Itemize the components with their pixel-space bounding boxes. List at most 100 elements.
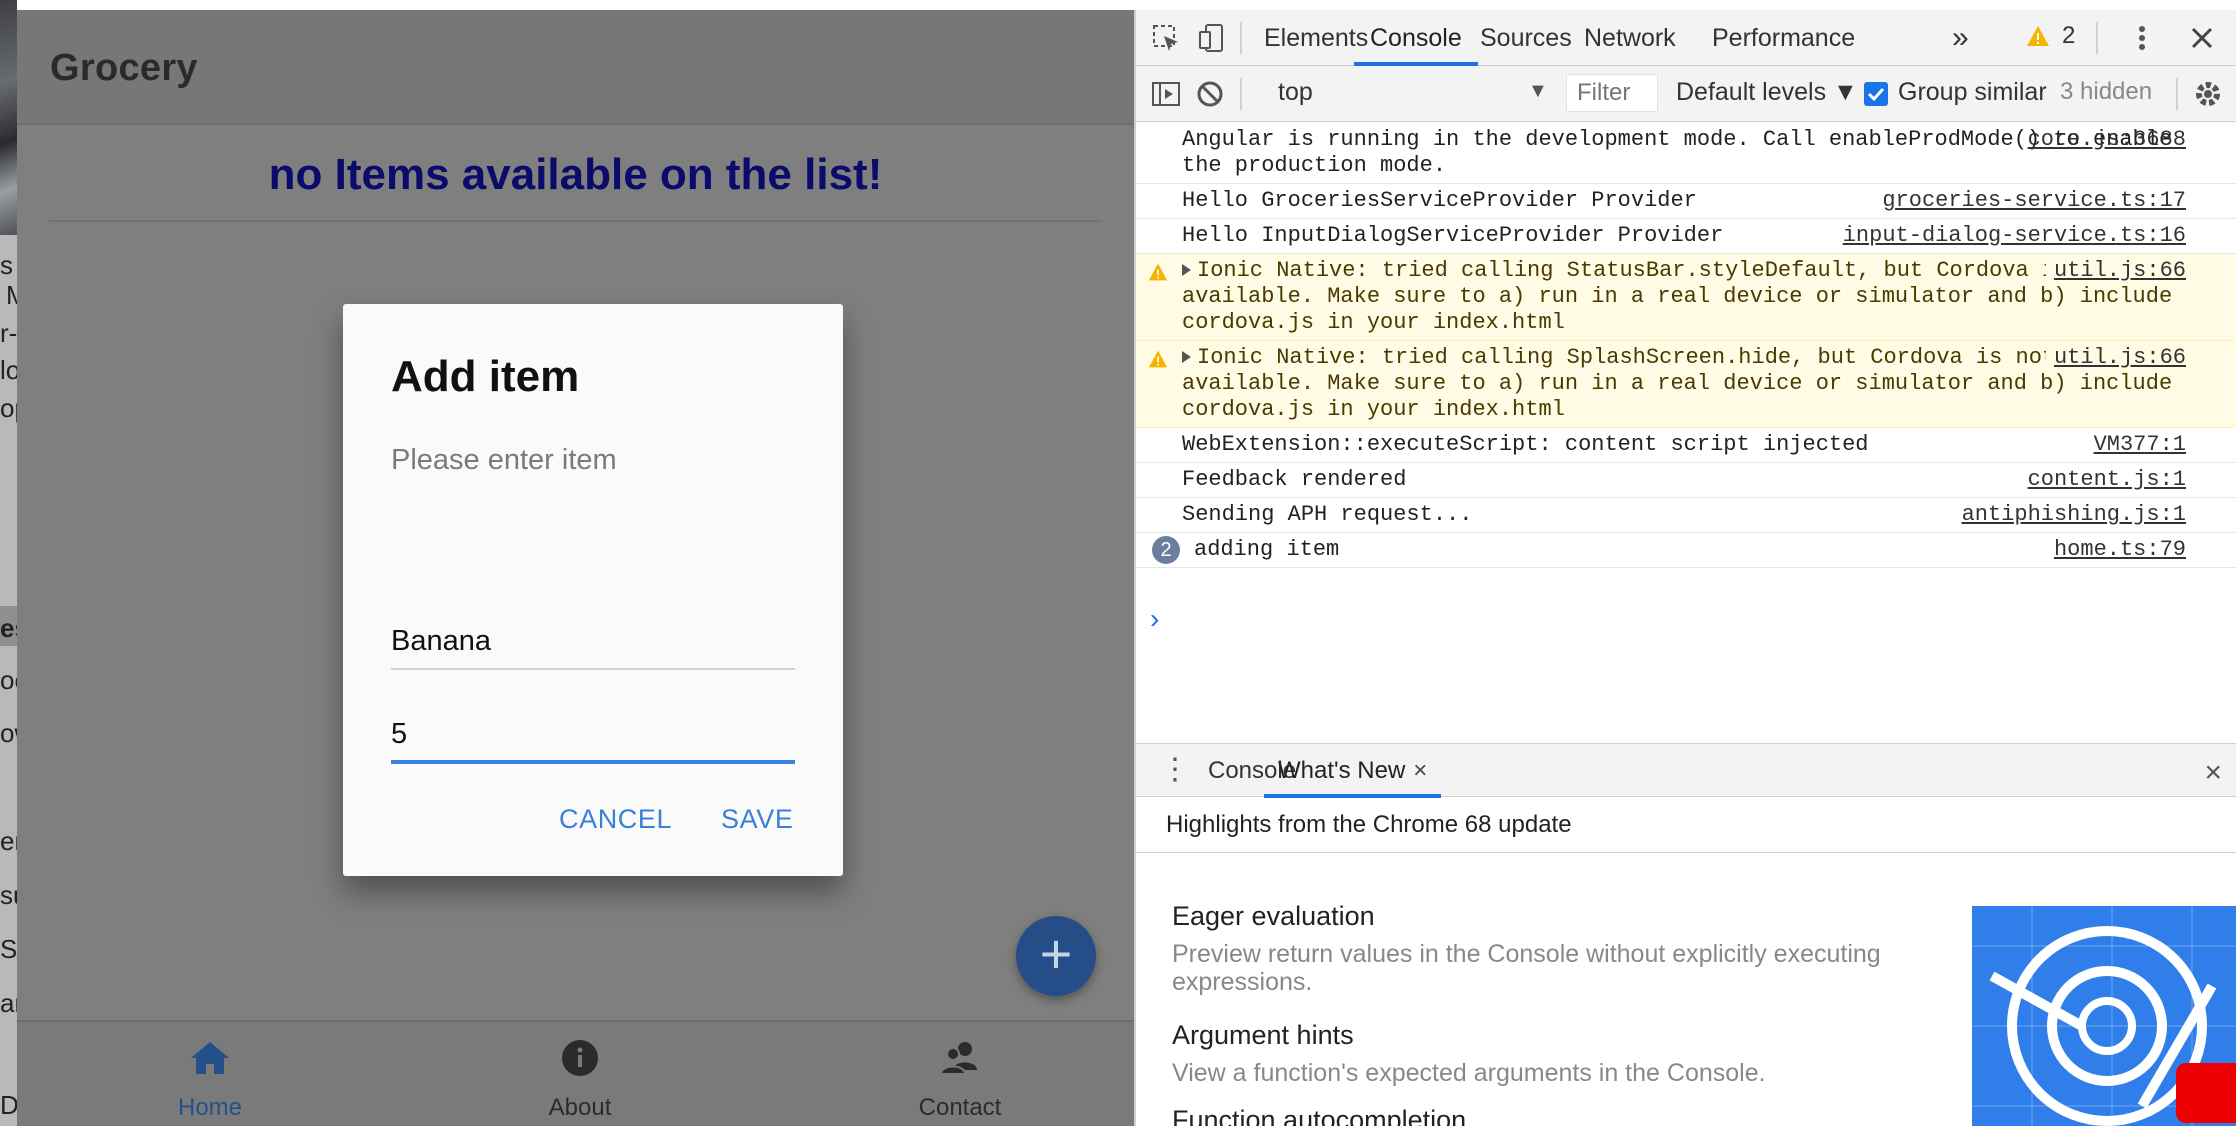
expand-triangle-icon[interactable] [1182, 264, 1191, 276]
divider [49, 220, 1102, 222]
console-message: WebExtension::executeScript: content scr… [1136, 428, 2236, 463]
source-link[interactable]: antiphishing.js:1 [1954, 502, 2186, 528]
cancel-button[interactable]: CANCEL [559, 804, 672, 835]
background-text: ow [0, 718, 17, 748]
inspect-element-icon[interactable] [1150, 22, 1182, 54]
devtools-tab-bar: Elements Console Sources Network Perform… [1136, 10, 2236, 66]
message-text: Hello GroceriesServiceProvider Provider [1182, 188, 1697, 213]
home-icon [191, 1042, 229, 1074]
filter-input[interactable] [1566, 74, 1658, 112]
more-tabs-button[interactable]: » [1936, 10, 1985, 66]
tab-network[interactable]: Network [1568, 10, 1692, 66]
background-text: s [0, 250, 13, 280]
toolbar-separator [2096, 22, 2098, 54]
message-text: Hello InputDialogServiceProvider Provide… [1182, 223, 1724, 248]
play-button-icon[interactable] [2176, 1063, 2236, 1123]
warning-icon [1148, 263, 1168, 281]
console-toolbar: top ▼ Default levels ▼ Group similar 3 h… [1136, 66, 2236, 122]
group-similar-checkbox[interactable] [1864, 82, 1888, 106]
kebab-menu-icon[interactable] [2126, 22, 2158, 54]
background-text: lo [0, 355, 17, 385]
log-levels-dropdown[interactable]: Default levels ▼ [1676, 78, 1858, 107]
dialog-title: Add item [391, 352, 580, 401]
tab-contact[interactable]: Contact [850, 1036, 1070, 1122]
check-icon [1867, 87, 1885, 102]
source-link[interactable]: home.ts:79 [2046, 537, 2186, 563]
whats-new-item[interactable]: Argument hints View a function's expecte… [1172, 1020, 1892, 1087]
toolbar-separator [1240, 78, 1242, 110]
source-link[interactable]: VM377:1 [2086, 432, 2186, 458]
source-link[interactable]: input-dialog-service.ts:16 [1835, 223, 2186, 249]
console-messages: Angular is running in the development mo… [1136, 123, 2236, 743]
tab-label: About [548, 1094, 612, 1121]
dialog-message: Please enter item [391, 444, 617, 476]
info-icon [562, 1040, 598, 1076]
tab-home[interactable]: Home [100, 1036, 320, 1122]
expand-triangle-icon[interactable] [1182, 351, 1191, 363]
toolbar-separator [1240, 22, 1242, 54]
console-message: Hello GroceriesServiceProvider Provider … [1136, 184, 2236, 219]
source-link[interactable]: content.js:1 [2020, 467, 2186, 493]
source-link[interactable]: util.js:66 [2045, 258, 2186, 284]
console-warning[interactable]: Ionic Native: tried calling StatusBar.st… [1136, 254, 2236, 341]
repeat-count-badge: 2 [1152, 536, 1180, 564]
show-sidebar-icon[interactable] [1150, 78, 1182, 110]
background-text: r-D [0, 318, 17, 348]
background-text: D [0, 1090, 17, 1120]
source-link[interactable]: core.js:3688 [2020, 127, 2186, 153]
source-link[interactable]: groceries-service.ts:17 [1874, 188, 2186, 214]
message-text: Ionic Native: tried calling SplashScreen… [1182, 345, 2173, 422]
app-header: Grocery [17, 10, 1134, 125]
tab-performance[interactable]: Performance [1696, 10, 1871, 66]
clear-console-icon[interactable] [1194, 78, 1226, 110]
source-link[interactable]: util.js:66 [2045, 345, 2186, 371]
whats-new-desc: View a function's expected arguments in … [1172, 1059, 1766, 1087]
console-prompt[interactable]: › [1150, 603, 1159, 635]
group-similar-label: Group similar [1898, 78, 2047, 106]
background-text: su [0, 880, 17, 910]
console-message: Angular is running in the development mo… [1136, 123, 2236, 184]
toolbar-separator [2176, 78, 2178, 110]
message-text: adding item [1194, 537, 1340, 562]
device-toolbar-icon[interactable] [1196, 22, 1228, 54]
screen: s M r-D lo op es oc ow em su S- am D Gro… [0, 0, 2236, 1126]
message-text: Feedback rendered [1182, 467, 1407, 492]
close-devtools-icon[interactable] [2186, 22, 2218, 54]
tab-about[interactable]: About [470, 1036, 690, 1122]
whats-new-panel: Eager evaluation Preview return values i… [1136, 853, 2236, 1126]
whats-new-item[interactable]: Eager evaluation Preview return values i… [1172, 901, 1892, 996]
drawer-tab-whats-new[interactable]: What's New × [1264, 744, 1442, 798]
whats-new-item[interactable]: Function autocompletion [1172, 1105, 1892, 1126]
devtools-panel: Elements Console Sources Network Perform… [1134, 10, 2236, 1126]
whats-new-title: Argument hints [1172, 1020, 1354, 1050]
console-message: Sending APH request... antiphishing.js:1 [1136, 498, 2236, 533]
chevron-down-icon[interactable]: ▼ [1528, 80, 1548, 103]
add-item-fab-button[interactable]: + [1016, 916, 1096, 996]
close-drawer-icon[interactable]: × [2204, 756, 2222, 790]
drawer-tab-label: What's New [1278, 757, 1406, 784]
highlights-text: Highlights from the Chrome 68 update [1166, 811, 1572, 838]
console-message: Feedback rendered content.js:1 [1136, 463, 2236, 498]
context-selector[interactable]: top [1278, 78, 1313, 107]
gear-icon[interactable] [2192, 78, 2224, 110]
warning-icon [1148, 350, 1168, 368]
whats-new-title: Function autocompletion [1172, 1105, 1467, 1126]
whats-new-title: Eager evaluation [1172, 901, 1375, 931]
message-text: Ionic Native: tried calling StatusBar.st… [1182, 258, 2173, 335]
background-photo [0, 0, 17, 235]
item-name-input[interactable] [391, 604, 795, 670]
message-text: Sending APH request... [1182, 502, 1473, 527]
console-warning[interactable]: Ionic Native: tried calling SplashScreen… [1136, 341, 2236, 428]
whats-new-desc: Preview return values in the Console wit… [1172, 940, 1881, 996]
item-quantity-input[interactable] [391, 698, 795, 764]
close-tab-icon[interactable]: × [1413, 757, 1427, 784]
background-window-strip: s M r-D lo op es oc ow em su S- am D [0, 0, 17, 1126]
message-text: WebExtension::executeScript: content scr… [1182, 432, 1869, 457]
save-button[interactable]: SAVE [721, 804, 793, 835]
tab-console[interactable]: Console [1354, 10, 1478, 66]
drawer-menu-icon[interactable]: ⋮ [1160, 752, 1190, 787]
tab-bar: Home About Contact [17, 1020, 1134, 1126]
warning-icon[interactable] [2026, 24, 2050, 48]
drawer-tab-bar: ⋮ Console What's New × × [1136, 743, 2236, 798]
console-message: Hello InputDialogServiceProvider Provide… [1136, 219, 2236, 254]
